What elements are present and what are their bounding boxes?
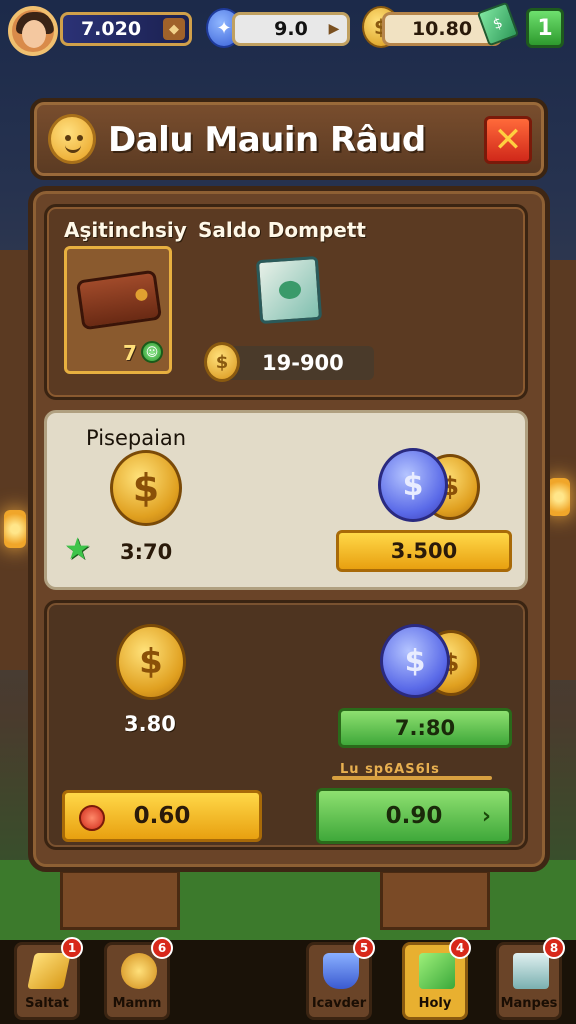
- wallet-section-label: Aşitinchsiy: [64, 218, 187, 242]
- red-gem-icon: [79, 805, 105, 831]
- notification-badge: 1: [61, 937, 83, 959]
- blue-shield-icon: [323, 953, 359, 989]
- add-currency-button[interactable]: 1: [526, 8, 564, 48]
- nav-item-icavder[interactable]: 5 Icavder: [306, 937, 375, 1020]
- star-icon: ★: [64, 532, 91, 567]
- close-icon: ✕: [493, 120, 523, 160]
- coin-bag-icon: [121, 953, 157, 989]
- building-icon: [513, 953, 549, 989]
- nav-label: Manpes: [500, 996, 558, 1011]
- offer-buy-button[interactable]: 7.:80: [338, 708, 512, 748]
- balance-section-label: Saldo Dompett: [198, 218, 366, 242]
- nav-label: Icavder: [311, 996, 367, 1011]
- resource-2-value: 9.0: [274, 18, 308, 40]
- gold-coin-icon: $: [204, 342, 240, 382]
- nav-label: Saltat: [25, 996, 69, 1011]
- exchange-buy-button[interactable]: 3.500: [336, 530, 512, 572]
- wallet-dialog: Dalu Mauin Râud ✕ Aşitinchsiy Saldo Domp…: [26, 94, 552, 872]
- wallet-icon: [75, 269, 163, 331]
- nav-item-saltat[interactable]: 1 Saltat: [14, 937, 83, 1020]
- wallet-balance-value: 19-900: [262, 351, 344, 375]
- exchange-left-value: 3:70: [120, 540, 173, 564]
- nav-label: Mamm: [112, 996, 162, 1011]
- resource-counter-2[interactable]: 9.0 ▶: [232, 12, 350, 46]
- nav-item-manpes[interactable]: 8 Manpes: [496, 937, 565, 1020]
- exchange-section-label: Pisepaian: [86, 426, 187, 450]
- resource-1-value: 7.020: [80, 18, 142, 40]
- lamp-icon: [4, 510, 26, 548]
- resource-3-value: 10.80: [411, 18, 473, 40]
- chest-icon: ◆: [163, 18, 185, 40]
- cash-stack-icon: [255, 255, 323, 325]
- dialog-title: Dalu Mauin Râud: [108, 120, 426, 160]
- notification-badge: 4: [449, 937, 471, 959]
- smiley-coin-icon: [48, 114, 96, 164]
- dialog-title-bar: Dalu Mauin Râud ✕: [30, 98, 548, 180]
- bottom-navigation: [0, 940, 576, 1024]
- green-gem-icon: ☺: [141, 341, 163, 363]
- blue-coin-icon: $: [380, 624, 450, 698]
- wallet-count: 7: [123, 341, 137, 365]
- gold-bar-icon: [27, 953, 71, 989]
- offer-annotation: Lu sp6AS6ls: [332, 762, 492, 780]
- gold-coin-icon: $: [110, 450, 182, 526]
- blue-coin-icon: $: [378, 448, 448, 522]
- chevron-right-icon: ▶: [328, 21, 340, 37]
- background-fence: [60, 870, 180, 930]
- nav-item-mamm[interactable]: 6 Mamm: [104, 937, 173, 1020]
- nav-item-holy[interactable]: 4 Holy: [402, 937, 471, 1020]
- notification-badge: 5: [353, 937, 375, 959]
- notification-badge: 6: [151, 937, 173, 959]
- wallet-item-tile[interactable]: 7 ☺: [64, 246, 172, 374]
- close-button[interactable]: ✕: [484, 116, 532, 164]
- offer-yellow-button[interactable]: 0.60: [62, 790, 262, 842]
- notification-badge: 8: [543, 937, 565, 959]
- chevron-right-icon: ›: [481, 803, 491, 829]
- offer-left-value: 3.80: [124, 712, 176, 736]
- offer-green-button[interactable]: 0.90 ›: [316, 788, 512, 844]
- player-avatar[interactable]: [8, 6, 58, 56]
- resource-counter-1[interactable]: 7.020 ◆: [60, 12, 192, 46]
- gold-coin-icon: $: [116, 624, 186, 700]
- nav-label: Holy: [418, 996, 452, 1011]
- top-status-bar: 7.020 ◆ ✦ 9.0 ▶ $ 10.80 $ 1: [0, 0, 576, 58]
- background-fence: [380, 870, 490, 930]
- green-box-icon: [419, 953, 455, 989]
